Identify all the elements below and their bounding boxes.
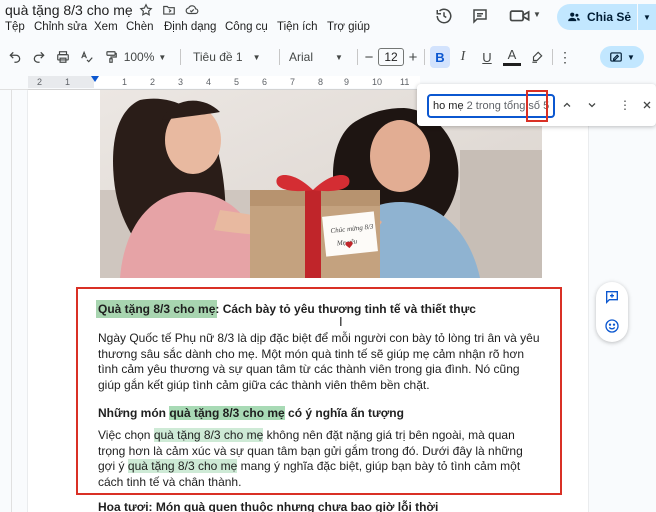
close-icon[interactable] <box>638 96 656 114</box>
indent-marker[interactable] <box>91 76 99 82</box>
find-options-icon[interactable]: ⋮ <box>616 96 634 114</box>
redo-icon[interactable] <box>30 44 48 70</box>
move-folder-icon[interactable] <box>162 3 176 17</box>
ruler-number: 5 <box>234 77 240 87</box>
divider <box>357 49 358 65</box>
share-button-label: Chia Sẻ <box>587 10 632 24</box>
comments-icon[interactable] <box>471 7 489 25</box>
add-comment-icon[interactable] <box>604 289 620 305</box>
red-annotation-box <box>526 90 548 122</box>
share-options-button[interactable]: ▼ <box>637 4 656 30</box>
meet-dropdown-icon[interactable]: ▼ <box>533 10 541 19</box>
red-annotation-box <box>76 287 562 495</box>
menu-help[interactable]: Trợ giúp <box>327 21 370 33</box>
vertical-ruler <box>0 90 12 512</box>
ruler-number: 1 <box>65 77 71 87</box>
next-match-icon[interactable] <box>583 96 601 114</box>
undo-icon[interactable] <box>6 44 24 70</box>
people-icon <box>568 12 580 22</box>
divider <box>552 49 553 65</box>
paragraph-style-select[interactable]: Tiêu đề 1 ▼ <box>193 44 269 70</box>
highlight-color-icon[interactable] <box>528 44 546 70</box>
divider <box>180 49 181 65</box>
zoom-select[interactable]: 100% ▼ <box>123 44 167 70</box>
bold-button[interactable]: B <box>430 46 450 68</box>
side-actions <box>596 282 628 342</box>
find-bar: ho mẹ 2 trong tổng số 5 ⋮ <box>417 84 656 126</box>
divider <box>279 49 280 65</box>
ruler-number: 2 <box>150 77 156 87</box>
ruler-number: 9 <box>344 77 350 87</box>
edit-mode-icon <box>610 52 622 62</box>
chevron-down-icon: ▼ <box>252 52 261 62</box>
star-icon[interactable] <box>139 3 153 17</box>
ruler-number: 6 <box>262 77 268 87</box>
paint-format-icon[interactable] <box>102 44 120 70</box>
font-select[interactable]: Arial ▼ <box>289 44 351 70</box>
paragraph-style-value: Tiêu đề 1 <box>193 50 243 64</box>
share-button[interactable]: Chia Sẻ <box>557 4 641 30</box>
ruler-number: 1 <box>122 77 128 87</box>
menu-extensions[interactable]: Tiện ích <box>277 21 317 33</box>
zoom-value: 100% <box>123 50 155 64</box>
menu-bar: Tệp Chỉnh sửa Xem Chèn Định dạng Công cụ… <box>0 20 420 36</box>
heading-3[interactable]: Hoa tươi: Món quà quen thuộc nhưng chưa … <box>98 500 543 512</box>
emoji-reaction-icon[interactable] <box>604 318 620 334</box>
menu-format[interactable]: Định dạng <box>164 21 216 33</box>
menu-view[interactable]: Xem <box>94 21 118 33</box>
ruler-number: 4 <box>206 77 212 87</box>
cloud-saved-icon[interactable] <box>185 3 199 17</box>
editing-mode-button[interactable]: ▼ <box>600 46 644 68</box>
find-query: ho mẹ <box>433 100 464 112</box>
spellcheck-icon[interactable] <box>78 44 96 70</box>
previous-match-icon[interactable] <box>558 96 576 114</box>
text-cursor-icon: I <box>339 314 343 329</box>
divider <box>424 49 425 65</box>
ruler-number: 10 <box>372 77 383 87</box>
chevron-down-icon: ▼ <box>627 52 635 62</box>
ruler-number: 7 <box>290 77 296 87</box>
chevron-down-icon: ▼ <box>335 52 343 62</box>
font-size-input[interactable]: 12 <box>378 48 404 66</box>
underline-button[interactable]: U <box>478 44 496 70</box>
chevron-down-icon: ▼ <box>643 12 651 22</box>
ruler-number: 3 <box>178 77 184 87</box>
document-title[interactable]: quà tặng 8/3 cho mẹ <box>5 2 133 18</box>
increase-font-size-button[interactable]: + <box>406 44 420 70</box>
ruler-number: 2 <box>37 77 43 87</box>
menu-edit[interactable]: Chỉnh sửa <box>34 21 87 33</box>
more-options-icon[interactable]: ⋮ <box>558 44 572 70</box>
ruler-number: 8 <box>318 77 324 87</box>
menu-tools[interactable]: Công cụ <box>225 21 268 33</box>
decrease-font-size-button[interactable]: − <box>362 44 376 70</box>
ruler-number: 11 <box>400 77 410 87</box>
text-color-button[interactable]: A <box>503 46 521 66</box>
print-icon[interactable] <box>54 44 72 70</box>
menu-insert[interactable]: Chèn <box>126 21 154 33</box>
italic-button[interactable]: I <box>454 44 472 70</box>
font-value: Arial <box>289 50 314 64</box>
meet-icon[interactable] <box>509 8 531 24</box>
menu-file[interactable]: Tệp <box>5 21 25 33</box>
chevron-down-icon: ▼ <box>158 52 167 62</box>
title-bar: quà tặng 8/3 cho mẹ ▼ Chia Sẻ ▼ <box>0 0 656 30</box>
toolbar: 100% ▼ Tiêu đề 1 ▼ Arial ▼ − 12 + B I U … <box>0 44 656 70</box>
version-history-icon[interactable] <box>435 7 453 25</box>
